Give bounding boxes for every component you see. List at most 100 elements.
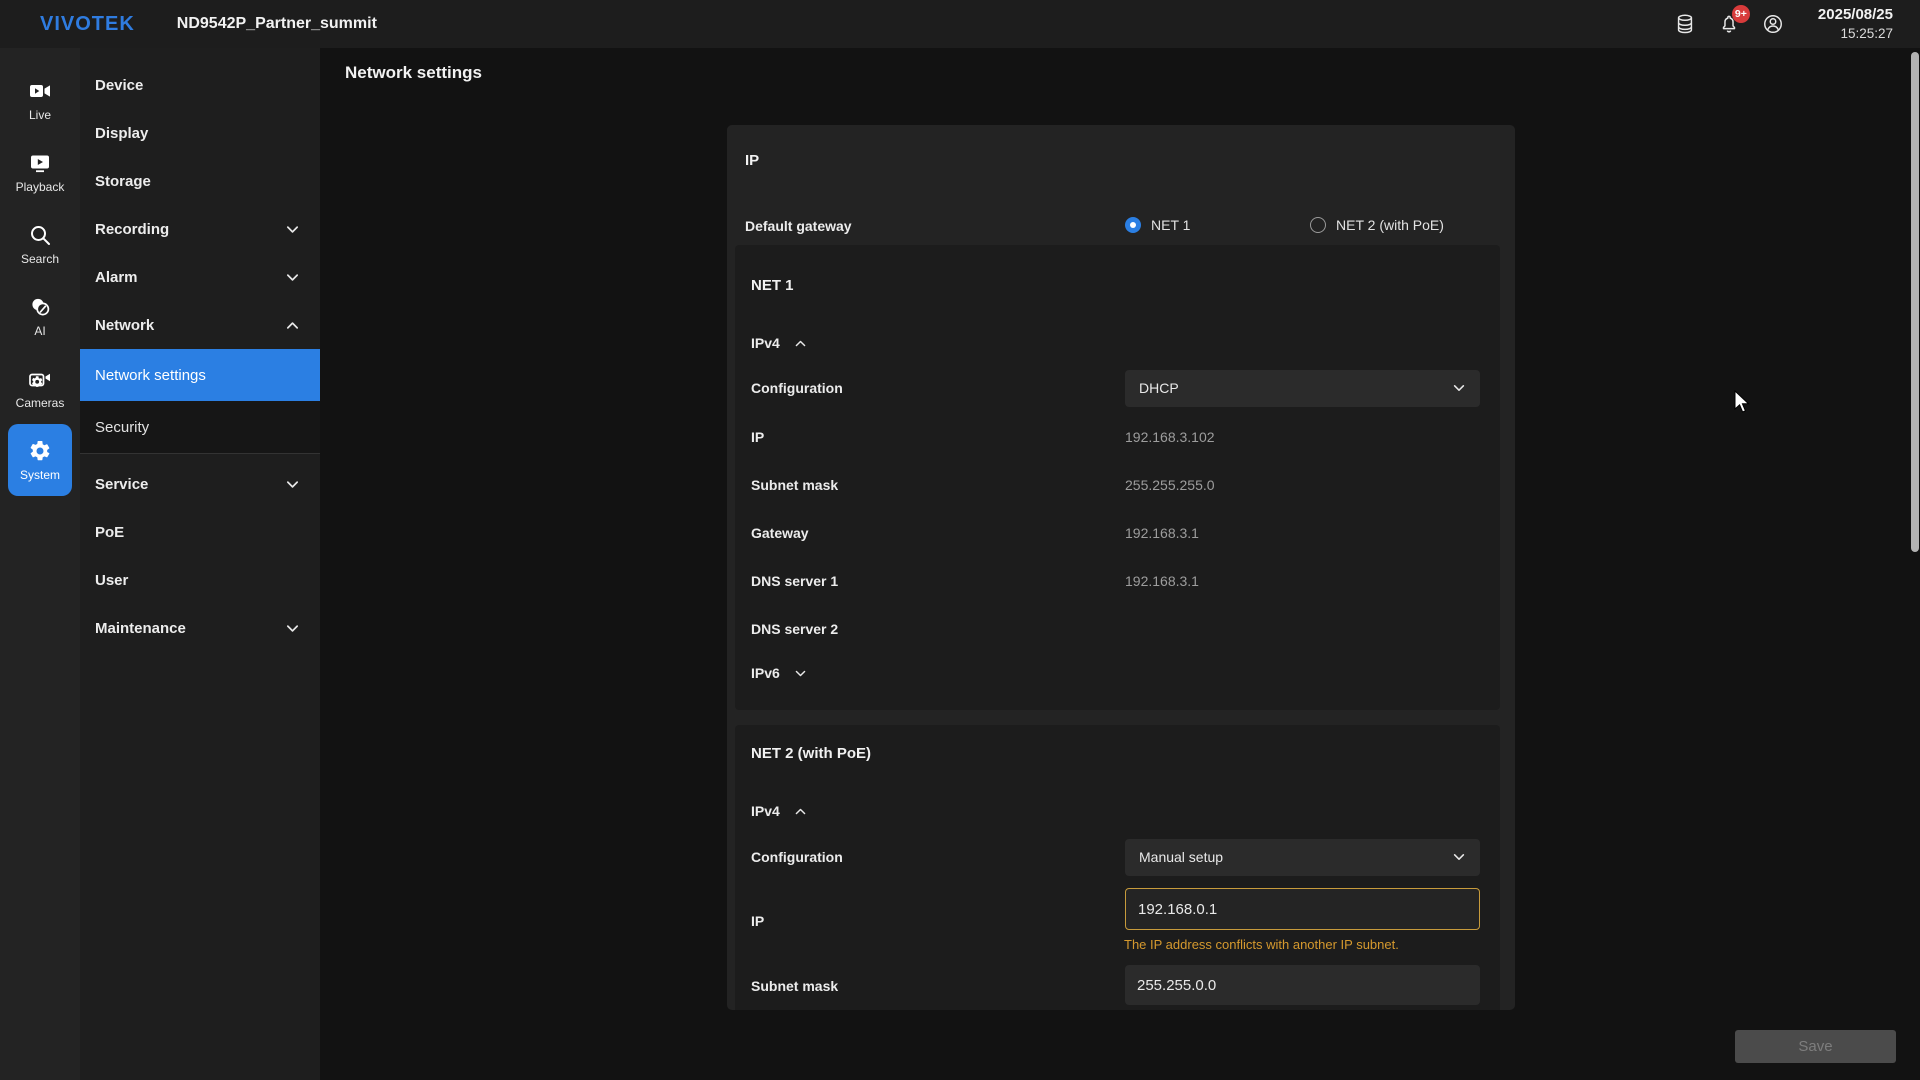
chevron-down-icon (1452, 850, 1466, 864)
vertical-scrollbar-thumb[interactable] (1911, 52, 1919, 552)
menu-item-maintenance[interactable]: Maintenance (80, 604, 320, 652)
dns1-row: DNS server 1 192.168.3.1 (751, 557, 1480, 605)
menu-item-recording[interactable]: Recording (80, 205, 320, 253)
ipv4-toggle[interactable]: IPv4 (751, 335, 807, 351)
configuration-select[interactable]: Manual setup (1125, 839, 1480, 876)
menu-label: Recording (95, 221, 169, 238)
ipv4-collapse-row: IPv4 (751, 787, 1480, 835)
radio-net1[interactable]: NET 1 (1125, 217, 1190, 233)
menu-label: Network settings (95, 367, 206, 384)
topbar-actions: 9+ 2025/08/25 15:25:27 (1672, 0, 1893, 48)
nav-item-cameras[interactable]: Cameras (8, 352, 72, 424)
menu-item-network-settings[interactable]: Network settings (80, 349, 320, 401)
chevron-up-icon (794, 337, 807, 350)
field-value: 255.255.255.0 (1125, 477, 1215, 493)
time-text: 15:25:27 (1818, 25, 1893, 43)
ipv4-label: IPv4 (751, 335, 780, 351)
chevron-down-icon (1452, 381, 1466, 395)
ip-input[interactable] (1125, 888, 1480, 930)
menu-label: Device (95, 77, 143, 94)
menu-label: Storage (95, 173, 151, 190)
chevron-down-icon (285, 222, 300, 237)
nav-label: Cameras (16, 396, 65, 410)
ipv6-label: IPv6 (751, 665, 780, 681)
menu-label: PoE (95, 524, 124, 541)
vivotek-logo: VIVOTEK (40, 13, 135, 36)
select-value: Manual setup (1139, 849, 1223, 865)
field-value: 192.168.3.1 (1125, 525, 1199, 541)
nav-item-playback[interactable]: Playback (8, 136, 72, 208)
date-text: 2025/08/25 (1818, 5, 1893, 25)
nav-label: Live (29, 108, 51, 122)
chevron-up-icon (794, 805, 807, 818)
radio-selected-icon (1125, 217, 1141, 233)
subnet-mask-label: Subnet mask (751, 978, 838, 994)
menu-item-alarm[interactable]: Alarm (80, 253, 320, 301)
datetime-display: 2025/08/25 15:25:27 (1818, 5, 1893, 42)
configuration-row: Configuration Manual setup (751, 833, 1480, 881)
menu-item-storage[interactable]: Storage (80, 157, 320, 205)
menu-item-poe[interactable]: PoE (80, 508, 320, 556)
menu-item-service[interactable]: Service (80, 460, 320, 508)
chevron-down-icon (285, 270, 300, 285)
menu-item-user[interactable]: User (80, 556, 320, 604)
nav-item-system[interactable]: System (8, 424, 72, 496)
field-value: 192.168.3.1 (1125, 573, 1199, 589)
nav-item-live[interactable]: Live (8, 64, 72, 136)
ipv6-toggle[interactable]: IPv6 (751, 665, 807, 681)
nav-label: System (20, 468, 60, 482)
ip-row: IP 192.168.3.102 (751, 413, 1480, 461)
nav-label: Search (21, 252, 59, 266)
menu-label: Display (95, 125, 148, 142)
subnet-mask-input[interactable] (1125, 965, 1480, 1005)
search-icon (28, 223, 52, 247)
menu-item-security[interactable]: Security (80, 401, 320, 453)
field-label: Subnet mask (751, 477, 838, 493)
configuration-label: Configuration (751, 849, 843, 865)
chevron-down-icon (285, 477, 300, 492)
net2-title: NET 2 (with PoE) (751, 745, 871, 762)
nav-label: AI (34, 324, 45, 338)
ipv4-label: IPv4 (751, 803, 780, 819)
top-bar: VIVOTEK ND9542P_Partner_summit 9+ (0, 0, 1920, 48)
menu-item-network[interactable]: Network (80, 301, 320, 349)
menu-label: Network (95, 317, 154, 334)
field-label: Gateway (751, 525, 809, 541)
nav-item-search[interactable]: Search (8, 208, 72, 280)
gateway-row: Gateway 192.168.3.1 (751, 509, 1480, 557)
menu-label: User (95, 572, 128, 589)
save-button[interactable]: Save (1735, 1030, 1896, 1063)
subnet-mask-row: Subnet mask 255.255.255.0 (751, 461, 1480, 509)
menu-item-display[interactable]: Display (80, 109, 320, 157)
radio-unselected-icon (1310, 217, 1326, 233)
ipv4-collapse-row: IPv4 (751, 319, 1480, 367)
ipv4-toggle[interactable]: IPv4 (751, 803, 807, 819)
ip-conflict-error: The IP address conflicts with another IP… (1124, 937, 1399, 952)
chevron-down-icon (794, 667, 807, 680)
ip-label: IP (751, 913, 764, 929)
nav-item-ai[interactable]: AI (8, 280, 72, 352)
live-camera-icon (28, 79, 52, 103)
menu-label: Service (95, 476, 148, 493)
dns2-row: DNS server 2 (751, 605, 1480, 653)
radio-net2[interactable]: NET 2 (with PoE) (1310, 217, 1444, 233)
notifications-bell-icon[interactable]: 9+ (1716, 11, 1742, 37)
primary-nav-rail: Live Playback Search AI (0, 48, 80, 1080)
menu-label: Maintenance (95, 620, 186, 637)
menu-item-device[interactable]: Device (80, 61, 320, 109)
page-title: Network settings (345, 63, 482, 83)
storage-icon[interactable] (1672, 11, 1698, 37)
configuration-select[interactable]: DHCP (1125, 370, 1480, 407)
ai-icon (28, 295, 52, 319)
field-label: DNS server 2 (751, 621, 838, 637)
configuration-row: Configuration DHCP (751, 364, 1480, 412)
system-settings-menu: Device Display Storage Recording Alarm N… (80, 48, 320, 1080)
user-account-icon[interactable] (1760, 11, 1786, 37)
field-label: IP (751, 429, 764, 445)
network-submenu: Network settings Security (80, 349, 320, 454)
radio-label: NET 2 (with PoE) (1336, 217, 1444, 233)
chevron-down-icon (285, 621, 300, 636)
ip-section-title: IP (745, 152, 759, 169)
main-content: Network settings IP Default gateway NET … (320, 48, 1920, 1080)
system-gear-icon (28, 439, 52, 463)
